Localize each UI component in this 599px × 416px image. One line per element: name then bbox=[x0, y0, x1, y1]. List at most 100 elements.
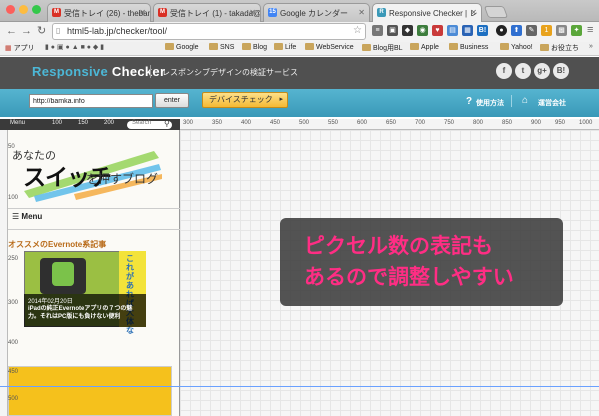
howto-link[interactable]: 使用方法 bbox=[476, 98, 504, 108]
extension-icon[interactable]: ◉ bbox=[417, 25, 428, 36]
extension-icon[interactable]: ⬆ bbox=[511, 25, 522, 36]
tab-gmail-1[interactable]: M 受信トレイ (26) - thebamk ✕ bbox=[47, 3, 151, 22]
extension-icon[interactable]: ● bbox=[496, 25, 507, 36]
callout-line2: あるので調整しやすい bbox=[304, 266, 514, 289]
extension-icon[interactable]: ✦ bbox=[571, 25, 582, 36]
menu-icon[interactable]: ≡ bbox=[587, 23, 593, 37]
gmail-icon: M bbox=[158, 8, 167, 17]
section-heading: オススメのEvernote系記事 bbox=[8, 240, 107, 249]
preview-menu-button: ☰ Menu bbox=[12, 212, 43, 221]
ruler-label: 400 bbox=[8, 340, 19, 346]
ruler-label: Search bbox=[132, 120, 152, 126]
bookmark-folder[interactable]: Blog bbox=[242, 43, 267, 51]
site-favicon-icon: R bbox=[377, 8, 386, 17]
bookmark-folder[interactable]: Apple bbox=[410, 43, 439, 51]
address-bar[interactable]: ▯ html5-lab.jp/checker/tool/ ☆ bbox=[52, 23, 366, 40]
hatena-icon[interactable]: B! bbox=[477, 25, 488, 36]
close-tab-icon[interactable]: ✕ bbox=[358, 8, 365, 17]
ruler-label: 150 bbox=[78, 120, 89, 126]
site-tagline: レスポンシブデザインの検証サービス bbox=[162, 68, 298, 77]
ruler-label: 800 bbox=[473, 120, 484, 126]
extension-icon[interactable]: ▣ bbox=[387, 25, 398, 36]
close-tab-icon[interactable]: ✕ bbox=[470, 8, 477, 17]
close-tab-icon[interactable]: ✕ bbox=[249, 8, 256, 17]
ruler-label: 700 bbox=[415, 120, 426, 126]
folder-icon bbox=[362, 44, 371, 51]
forward-icon[interactable]: → bbox=[21, 24, 32, 38]
facebook-icon[interactable]: f bbox=[496, 63, 512, 79]
check-url-input[interactable] bbox=[29, 94, 153, 108]
folder-icon bbox=[500, 43, 509, 50]
google-plus-icon[interactable]: g+ bbox=[534, 63, 550, 79]
extension-badge-icon[interactable]: 1 bbox=[541, 25, 552, 36]
twitter-icon[interactable]: t bbox=[515, 63, 531, 79]
ruler-label: 500 bbox=[299, 120, 310, 126]
ruler-label: 550 bbox=[328, 120, 339, 126]
folder-icon bbox=[274, 43, 283, 50]
bookmark-apps[interactable]: ▦ アプリ bbox=[5, 43, 35, 53]
wrench-icon[interactable]: ✎ bbox=[526, 25, 537, 36]
extension-icon[interactable]: ▩ bbox=[556, 25, 567, 36]
back-icon[interactable]: ← bbox=[6, 24, 17, 38]
bookmark-folder[interactable]: SNS bbox=[209, 43, 234, 51]
ruler-label: 900 bbox=[531, 120, 542, 126]
vertical-ruler bbox=[0, 130, 8, 416]
search-icon: ⚲ bbox=[164, 119, 170, 128]
address-text: html5-lab.jp/checker/tool/ bbox=[67, 26, 168, 36]
callout-line1: ピクセル数の表記も bbox=[304, 235, 493, 258]
tab-responsive-checker[interactable]: R Responsive Checker | レ ✕ bbox=[372, 3, 482, 23]
bookmark-folder[interactable]: WebService bbox=[305, 43, 354, 51]
tab-gmail-2[interactable]: M 受信トレイ (1) - takada@s ✕ bbox=[153, 3, 261, 22]
pocket-icon[interactable]: ♥ bbox=[432, 25, 443, 36]
bookmark-folder[interactable]: Life bbox=[274, 43, 296, 51]
extension-icon[interactable]: ≡ bbox=[372, 25, 383, 36]
bookmark-favicons-icon: ▮ ● ▣ ● ▲ ■ ● ◆ ▮ bbox=[45, 44, 105, 51]
bookmark-icons[interactable]: ▮ ● ▣ ● ▲ ■ ● ◆ ▮ bbox=[45, 43, 104, 51]
ruler-label: 1000 bbox=[579, 120, 593, 126]
bookmark-folder[interactable]: Yahoo! bbox=[500, 43, 533, 51]
header-divider bbox=[150, 65, 151, 78]
ruler-label: 200 bbox=[104, 120, 115, 126]
bookmark-folder[interactable]: Google bbox=[165, 43, 199, 51]
bookmark-folder[interactable]: Blog用BL bbox=[362, 43, 403, 53]
divider bbox=[8, 229, 180, 230]
divider bbox=[8, 208, 180, 209]
tab-calendar[interactable]: 15 Google カレンダー ✕ bbox=[263, 3, 370, 22]
card-title: iPadの純正Evernoteアプリの７つの魅力。それはPC版にも負けない便利 bbox=[28, 306, 133, 320]
extension-icon[interactable]: ▤ bbox=[447, 25, 458, 36]
hatena-bookmark-icon[interactable]: B! bbox=[553, 63, 569, 79]
bookmark-folder[interactable]: Business bbox=[449, 43, 488, 51]
site-logo[interactable]: Responsive Checker bbox=[32, 64, 165, 79]
company-link[interactable]: 運営会社 bbox=[538, 98, 566, 108]
reload-icon[interactable]: ↻ bbox=[37, 24, 46, 38]
extension-icon[interactable]: ▦ bbox=[462, 25, 473, 36]
ruler-label: 950 bbox=[555, 120, 566, 126]
apps-grid-icon: ▦ bbox=[5, 45, 14, 52]
device-check-button[interactable]: デバイスチェック ▸ bbox=[202, 92, 288, 108]
star-icon[interactable]: ☆ bbox=[353, 25, 362, 36]
ruler-label: 650 bbox=[386, 120, 397, 126]
ruler-label: 300 bbox=[8, 300, 19, 306]
home-icon[interactable]: ⌂ bbox=[522, 95, 528, 106]
bookmark-folder[interactable]: お役立ち bbox=[540, 43, 579, 53]
help-icon[interactable]: ? bbox=[466, 96, 472, 107]
chevron-right-icon: ▸ bbox=[279, 96, 283, 103]
ruler-label: 250 bbox=[8, 256, 19, 262]
minimize-window-icon[interactable] bbox=[19, 5, 28, 14]
blog-title-line3: を押すブログ bbox=[86, 172, 159, 186]
ruler-label: 50 bbox=[8, 144, 15, 150]
bar-divider bbox=[511, 95, 512, 107]
card-date: 2014年02月20日 bbox=[28, 299, 73, 305]
tab-label: 受信トレイ (1) - takada@s bbox=[170, 9, 261, 18]
close-tab-icon[interactable]: ✕ bbox=[139, 8, 146, 17]
extension-icon[interactable]: ◆ bbox=[402, 25, 413, 36]
zoom-window-icon[interactable] bbox=[32, 5, 41, 14]
page-icon: ▯ bbox=[56, 26, 61, 35]
ruler-label: 500 bbox=[8, 396, 19, 402]
enter-button[interactable]: enter bbox=[155, 93, 189, 108]
preview-banner bbox=[8, 366, 172, 416]
ruler-label: 450 bbox=[8, 369, 19, 375]
close-window-icon[interactable] bbox=[6, 5, 15, 14]
new-tab-button[interactable] bbox=[483, 6, 509, 18]
more-bookmarks-icon[interactable]: » bbox=[589, 43, 593, 50]
